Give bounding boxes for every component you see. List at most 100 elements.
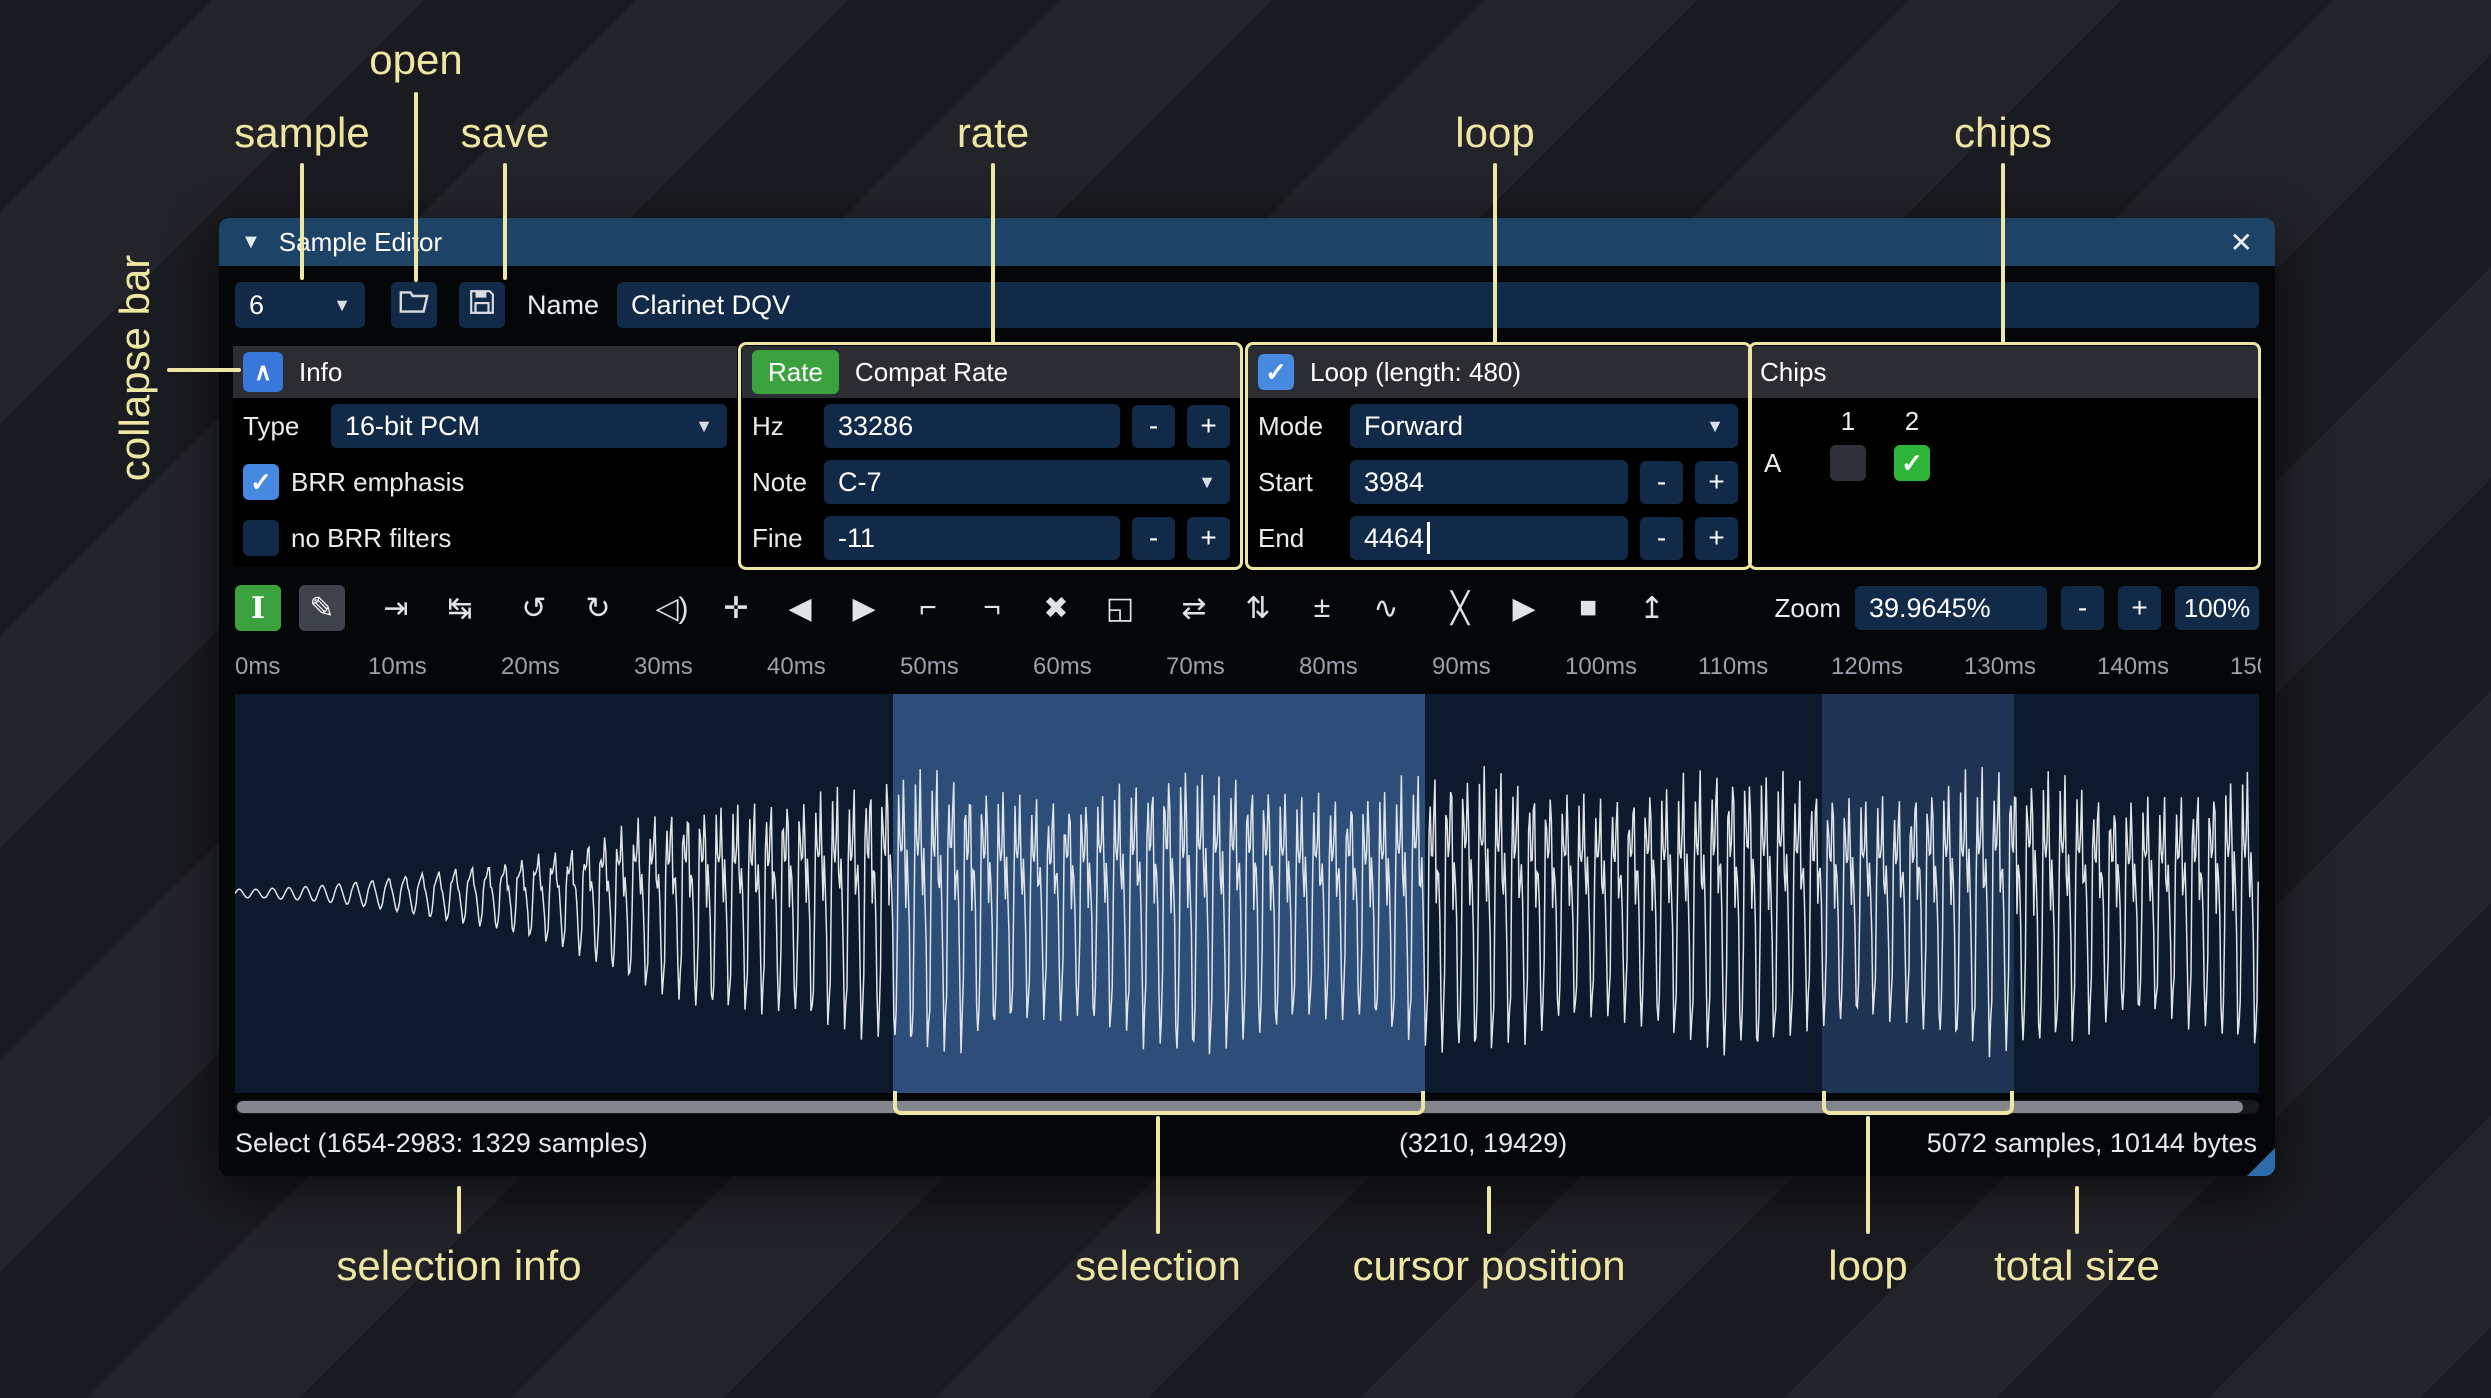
delete-button[interactable]: ✖ <box>1033 585 1079 631</box>
annotation-selection-info: selection info <box>336 1242 582 1289</box>
resample-button[interactable]: ↹ <box>437 585 483 631</box>
ruler-tick: 0ms <box>235 653 281 680</box>
sample-selector[interactable]: 6 ▼ <box>235 282 365 328</box>
annotation-line-cursor-position <box>1487 1186 1491 1234</box>
info-panel: ∧ Info Type 16-bit PCM ▼ ✓ BRR emphasis … <box>233 346 737 567</box>
resize-grip[interactable] <box>2247 1148 2275 1176</box>
type-label: Type <box>243 410 300 441</box>
name-label: Name <box>527 289 600 320</box>
sample-name-input[interactable]: Clarinet DQV <box>617 282 2259 328</box>
ruler-tick: 110ms <box>1698 653 1769 680</box>
no-brr-filters-checkbox[interactable] <box>243 520 279 556</box>
invert-button[interactable]: ⇅ <box>1235 585 1281 631</box>
annotation-line-sample <box>300 163 304 280</box>
waveform-view[interactable] <box>235 694 2259 1093</box>
annotation-bracket-selection <box>893 1091 1425 1115</box>
annotation-line-open <box>414 92 418 282</box>
time-ruler[interactable]: 0ms 10ms 20ms 30ms 40ms 50ms 60ms 70ms 80ms 90ms 1… <box>235 647 2261 687</box>
ruler-tick: 80ms <box>1299 653 1358 680</box>
resize-button[interactable]: ⇥ <box>373 585 419 631</box>
open-button[interactable] <box>391 282 437 328</box>
zoom-increase-button[interactable]: + <box>2118 586 2161 630</box>
annotation-box-rate <box>738 342 1243 570</box>
fade-in-button[interactable]: ◀ <box>777 585 823 631</box>
sample-type-value: 16-bit PCM <box>345 410 481 441</box>
annotation-open: open <box>369 36 463 83</box>
import-button[interactable]: ↥ <box>1629 585 1675 631</box>
apply-silence-button[interactable]: ¬ <box>969 585 1015 631</box>
zoom-decrease-button[interactable]: - <box>2061 586 2104 630</box>
annotation-line-selection <box>1156 1116 1160 1234</box>
undo-button[interactable]: ↺ <box>511 585 557 631</box>
toolbar-icons: I ✎ ⇥ ↹ ↺ ↻ ◁) ✛ ◀ ▶ ⌐ ¬ ✖ ◱ ⇄ ⇅ ± ∿ ╳ ▶ ■ ↥ <box>235 585 1675 631</box>
normalize-button[interactable]: ✛ <box>713 585 759 631</box>
toolbar-group: ╳ ▶ ■ ↥ <box>1437 585 1675 631</box>
stop-preview-button[interactable]: ■ <box>1565 585 1611 631</box>
filter-button[interactable]: ∿ <box>1363 585 1409 631</box>
sample-selector-value: 6 <box>249 289 265 320</box>
collapse-window-icon[interactable]: ▼ <box>241 231 261 254</box>
annotation-total-size: total size <box>1994 1242 2160 1289</box>
selection-info-text: Select (1654-2983: 1329 samples) <box>235 1128 648 1158</box>
preview-button[interactable]: ▶ <box>1501 585 1547 631</box>
trim-button[interactable]: ◱ <box>1097 585 1143 631</box>
zoom-input[interactable]: 39.9645% <box>1855 586 2047 630</box>
ruler-tick: 30ms <box>634 653 693 680</box>
annotation-bracket-loop <box>1822 1091 2014 1115</box>
annotation-save: save <box>460 109 550 156</box>
collapse-info-button[interactable]: ∧ <box>243 352 283 392</box>
insert-silence-button[interactable]: ⌐ <box>905 585 951 631</box>
annotation-cursor-position: cursor position <box>1352 1242 1626 1289</box>
annotation-box-loop <box>1245 342 1752 570</box>
ruler-tick: 20ms <box>501 653 560 680</box>
sample-type-dropdown[interactable]: 16-bit PCM ▼ <box>331 404 727 448</box>
reverse-button[interactable]: ⇄ <box>1171 585 1217 631</box>
open-folder-icon <box>399 290 429 321</box>
crossfade-button[interactable]: ╳ <box>1437 585 1483 631</box>
titlebar[interactable]: ▼ Sample Editor ✕ <box>219 218 2275 266</box>
chevron-up-icon: ∧ <box>254 358 272 386</box>
total-size-text: 5072 samples, 10144 bytes <box>1926 1128 2257 1158</box>
redo-button[interactable]: ↻ <box>575 585 621 631</box>
annotation-line-save <box>503 163 507 280</box>
amplify-button[interactable]: ◁) <box>649 585 695 631</box>
ruler-tick: 90ms <box>1432 653 1491 680</box>
zoom-cluster: Zoom 39.9645% - + 100% <box>1775 586 2259 630</box>
annotation-box-chips <box>1748 342 2261 570</box>
ruler-tick: 10ms <box>368 653 427 680</box>
annotation-line-loop-bottom <box>1866 1116 1870 1234</box>
zoom-reset-button[interactable]: 100% <box>2175 586 2259 630</box>
annotation-line-selection-info <box>457 1186 461 1234</box>
chevron-down-icon: ▼ <box>333 294 351 315</box>
close-icon[interactable]: ✕ <box>2230 226 2253 259</box>
ruler-tick: 120ms <box>1831 653 1904 680</box>
annotation-chips: chips <box>1953 109 2053 156</box>
toolbar-group: ⇥ ↹ <box>373 585 483 631</box>
annotation-selection: selection <box>1075 1242 1241 1289</box>
ruler-tick: 100ms <box>1565 653 1638 680</box>
ruler-tick: 150ms <box>2230 653 2261 680</box>
save-button[interactable] <box>459 282 505 328</box>
toolbar-group: ↺ ↻ <box>511 585 621 631</box>
sign-convert-button[interactable]: ± <box>1299 585 1345 631</box>
sample-name-value: Clarinet DQV <box>631 289 791 320</box>
brr-emphasis-checkbox[interactable]: ✓ <box>243 464 279 500</box>
save-floppy-icon <box>469 289 495 322</box>
waveform-svg <box>235 766 2259 1058</box>
annotation-line-collapse-bar <box>167 368 241 372</box>
annotation-line-rate <box>991 163 995 344</box>
toolbar-group: ◁) ✛ ◀ ▶ ⌐ ¬ ✖ ◱ <box>649 585 1143 631</box>
info-header: Info <box>299 356 343 387</box>
desktop-background: ▼ Sample Editor ✕ 6 ▼ Name Clarinet DQV <box>0 0 2491 1398</box>
annotation-line-chips <box>2001 163 2005 344</box>
draw-mode-button[interactable]: ✎ <box>299 585 345 631</box>
cursor-position-text: (3210, 19429) <box>1399 1128 1568 1158</box>
ruler-tick: 130ms <box>1964 653 2037 680</box>
fade-out-button[interactable]: ▶ <box>841 585 887 631</box>
no-brr-filters-label: no BRR filters <box>291 522 452 553</box>
ruler-tick: 60ms <box>1033 653 1092 680</box>
annotation-rate: rate <box>956 109 1030 156</box>
annotation-sample: sample <box>234 109 370 156</box>
ruler-tick: 140ms <box>2097 653 2170 680</box>
select-mode-button[interactable]: I <box>235 585 281 631</box>
